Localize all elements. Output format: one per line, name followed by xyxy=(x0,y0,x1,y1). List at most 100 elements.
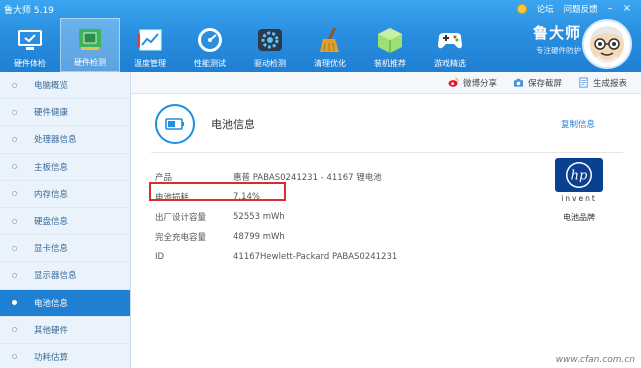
generate-report-label: 生成报表 xyxy=(592,78,627,89)
weibo-share-label: 微博分享 xyxy=(462,78,497,89)
tab-label: 驱动检测 xyxy=(254,59,286,68)
chip-icon xyxy=(79,29,101,50)
battery-brand-caption: 电池品牌 xyxy=(563,213,595,222)
tab-temperature[interactable]: 温度管理 xyxy=(120,18,180,72)
mascot-avatar[interactable] xyxy=(582,19,632,69)
bullet-icon xyxy=(12,82,17,88)
divider xyxy=(151,152,623,153)
tab-build-recommend[interactable]: 装机推荐 xyxy=(360,18,420,72)
sidebar-item-label: 电脑概览 xyxy=(34,81,69,92)
brand: 鲁大师 专注硬件防护 xyxy=(517,22,581,56)
info-row-full-capacity: 完全充电容量 48799 mWh xyxy=(155,227,397,247)
hp-invent-text: invent xyxy=(561,194,597,203)
weibo-share-button[interactable]: 微博分享 xyxy=(448,77,497,89)
sidebar-item-label: 其他硬件 xyxy=(34,325,69,336)
tab-label: 温度管理 xyxy=(134,59,166,68)
sidebar-item-overview[interactable]: 电脑概览 xyxy=(0,72,130,100)
sidebar-item-battery[interactable]: 电池信息 xyxy=(0,289,130,317)
bullet-icon xyxy=(12,327,17,333)
tab-label: 硬件体检 xyxy=(14,59,46,68)
info-row-id: ID 41167Hewlett-Packard PABAS0241231 xyxy=(155,247,397,267)
broom-icon xyxy=(320,27,339,52)
hp-logo-mark: hp xyxy=(571,169,588,184)
save-screenshot-button[interactable]: 保存截屏 xyxy=(513,77,562,89)
sidebar-item-power[interactable]: 功耗估算 xyxy=(0,344,130,368)
sidebar-item-gpu[interactable]: 显卡信息 xyxy=(0,235,130,263)
hp-logo-icon: hp xyxy=(566,162,592,188)
sidebar-item-label: 处理器信息 xyxy=(34,135,77,146)
tab-label: 装机推荐 xyxy=(374,59,406,68)
title-bar: 鲁大师 5.19 论坛 问题反馈 – × 硬件体检 硬件检测 温度管理 性能测试… xyxy=(0,0,641,72)
forum-link[interactable]: 论坛 xyxy=(537,3,554,15)
monitor-check-icon xyxy=(18,30,42,50)
info-value: 48799 mWh xyxy=(233,232,285,242)
feedback-link[interactable]: 问题反馈 xyxy=(564,3,598,15)
sidebar-item-display[interactable]: 显示器信息 xyxy=(0,262,130,290)
bullet-icon xyxy=(12,136,17,142)
camera-icon xyxy=(513,78,524,87)
coin-icon xyxy=(516,4,527,14)
sidebar-item-label: 内存信息 xyxy=(34,189,69,200)
hp-logo: hp xyxy=(555,158,603,192)
save-screenshot-label: 保存截屏 xyxy=(527,78,562,89)
tab-label: 性能测试 xyxy=(194,59,226,68)
tab-label: 硬件检测 xyxy=(74,58,106,67)
weibo-icon xyxy=(448,77,459,87)
sidebar-item-label: 显卡信息 xyxy=(34,244,69,255)
feedback-link-label: 问题反馈 xyxy=(563,5,598,15)
section-title: 电池信息 xyxy=(211,118,255,131)
sidebar-item-other[interactable]: 其他硬件 xyxy=(0,317,130,344)
wear-highlight-box xyxy=(149,182,286,201)
close-button[interactable]: × xyxy=(623,4,631,14)
bullet-icon xyxy=(12,300,17,306)
brand-name: 鲁大师 xyxy=(532,24,581,42)
sidebar-item-health[interactable]: 硬件健康 xyxy=(0,99,130,127)
tab-performance[interactable]: 性能测试 xyxy=(180,18,240,72)
watermark: www.cfan.com.cn xyxy=(555,355,635,365)
battery-info-panel: 电池信息 复制信息 产品 惠普 PABAS0241231 - 41167 锂电池… xyxy=(131,94,641,368)
sidebar-item-label: 硬盘信息 xyxy=(34,217,69,228)
info-key: 出厂设计容量 xyxy=(155,213,207,223)
sidebar-item-disk[interactable]: 硬盘信息 xyxy=(0,208,130,236)
bullet-icon xyxy=(12,245,17,251)
report-icon xyxy=(579,77,588,88)
forum-link-label: 论坛 xyxy=(536,5,554,15)
sidebar-item-motherboard[interactable]: 主板信息 xyxy=(0,154,130,181)
brand-slogan: 专注硬件防护 xyxy=(536,46,581,55)
sidebar-item-memory[interactable]: 内存信息 xyxy=(0,181,130,208)
info-key: 完全充电容量 xyxy=(155,233,207,243)
tab-driver[interactable]: 驱动检测 xyxy=(240,18,300,72)
tab-label: 清理优化 xyxy=(314,59,346,68)
bullet-icon xyxy=(12,191,17,197)
toolbar: 微博分享 保存截屏 生成报表 xyxy=(131,72,641,94)
sidebar: 电脑概览 硬件健康 处理器信息 主板信息 内存信息 硬盘信息 显卡信息 显示器信… xyxy=(0,72,131,368)
sidebar-item-label: 显示器信息 xyxy=(34,271,77,282)
sidebar-item-label: 硬件健康 xyxy=(34,108,69,119)
tab-cleanup[interactable]: 清理优化 xyxy=(300,18,360,72)
battery-section-icon xyxy=(155,104,195,144)
info-row-design-capacity: 出厂设计容量 52553 mWh xyxy=(155,207,397,227)
tab-games[interactable]: 游戏精选 xyxy=(420,18,480,72)
bullet-icon xyxy=(12,354,17,360)
sidebar-item-label: 功耗估算 xyxy=(34,352,69,363)
cube-icon xyxy=(378,28,402,53)
copy-info-link[interactable]: 复制信息 xyxy=(561,118,595,130)
generate-report-button[interactable]: 生成报表 xyxy=(578,77,627,89)
bullet-icon xyxy=(12,218,17,224)
info-value: 41167Hewlett-Packard PABAS0241231 xyxy=(233,252,398,262)
info-value: 52553 mWh xyxy=(233,212,285,222)
tab-hardware-checkup[interactable]: 硬件体检 xyxy=(0,18,60,72)
top-links: 论坛 问题反馈 – × xyxy=(516,3,631,15)
minimize-button[interactable]: – xyxy=(608,4,613,14)
main-tabs: 硬件体检 硬件检测 温度管理 性能测试 驱动检测 清理优化 装机推荐 游戏精选 xyxy=(0,18,480,72)
sidebar-item-cpu[interactable]: 处理器信息 xyxy=(0,126,130,154)
tab-hardware-detect[interactable]: 硬件检测 xyxy=(60,18,120,72)
gear-box-icon xyxy=(258,29,282,51)
sidebar-item-label: 电池信息 xyxy=(34,298,69,309)
tab-label: 游戏精选 xyxy=(434,59,466,68)
sidebar-item-label: 主板信息 xyxy=(34,162,69,173)
bullet-icon xyxy=(12,272,17,278)
thermometer-chart-icon xyxy=(137,29,162,51)
battery-icon xyxy=(165,118,184,130)
info-key: ID xyxy=(155,252,165,262)
